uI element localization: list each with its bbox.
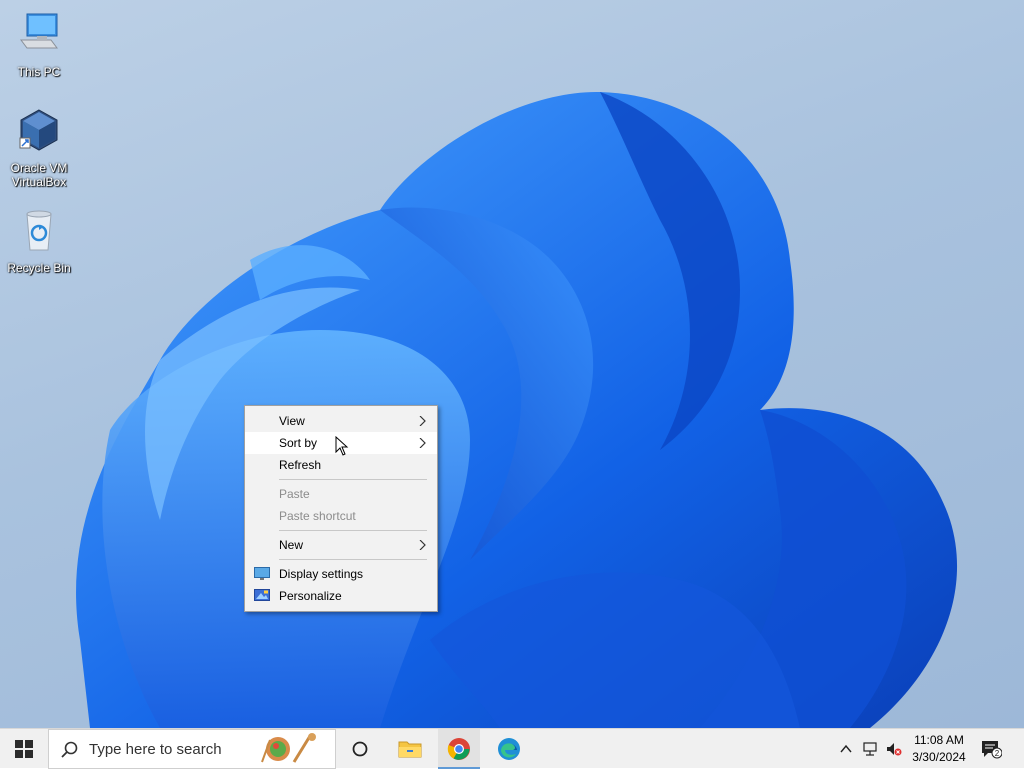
taskbar-file-explorer[interactable] — [386, 729, 434, 769]
menu-separator — [279, 530, 427, 531]
desktop-icon-virtualbox[interactable]: Oracle VM VirtualBox — [4, 106, 74, 189]
menu-separator — [279, 559, 427, 560]
personalize-icon — [254, 589, 270, 601]
clock-time: 11:08 AM — [914, 733, 964, 747]
computer-icon — [20, 13, 58, 49]
search-highlight-art-icon — [261, 733, 316, 763]
taskbar-clock[interactable]: 11:08 AM 3/30/2024 — [906, 732, 972, 766]
file-explorer-icon — [398, 741, 422, 758]
menu-item-personalize[interactable]: Personalize — [245, 585, 437, 607]
task-view-icon — [352, 741, 368, 757]
chevron-up-icon[interactable] — [838, 741, 854, 757]
menu-item-label: New — [279, 538, 304, 552]
wallpaper-bloom — [76, 91, 958, 728]
desktop-icon-label: This PC — [17, 65, 61, 79]
menu-item-display-settings[interactable]: Display settings — [245, 563, 437, 585]
chrome-icon — [447, 738, 470, 760]
menu-item-label: View — [279, 414, 305, 428]
notification-count: 2 — [995, 749, 1000, 758]
start-button[interactable] — [0, 729, 48, 769]
volume-muted-icon[interactable] — [886, 741, 902, 757]
menu-item-paste: Paste — [245, 483, 437, 505]
desktop[interactable]: This PC Oracle VM VirtualBox Recycle Bin… — [0, 0, 1024, 728]
menu-item-new[interactable]: New — [245, 534, 437, 556]
edge-icon — [498, 738, 520, 760]
desktop-icon-recycle-bin[interactable]: Recycle Bin — [4, 206, 74, 275]
clock-date: 3/30/2024 — [912, 750, 966, 764]
desktop-icon-this-pc[interactable]: This PC — [4, 10, 74, 79]
mouse-cursor-icon — [335, 436, 349, 456]
recycle-bin-icon — [26, 210, 52, 251]
taskbar: Type here to search 11:08 AM 3/30/2024 2 — [0, 728, 1024, 769]
menu-item-label: Personalize — [279, 589, 342, 603]
search-icon — [61, 741, 78, 758]
menu-item-label: Display settings — [279, 567, 364, 581]
menu-item-view[interactable]: View — [245, 410, 437, 432]
menu-item-label: Paste shortcut — [279, 509, 356, 523]
task-view-button[interactable] — [336, 729, 384, 769]
search-placeholder: Type here to search — [89, 741, 222, 758]
menu-item-label: Refresh — [279, 458, 322, 472]
desktop-icon-label: Recycle Bin — [7, 261, 71, 275]
menu-item-label: Sort by — [279, 436, 318, 450]
menu-item-label: Paste — [279, 487, 310, 501]
chevron-right-icon — [419, 438, 426, 448]
menu-item-refresh[interactable]: Refresh — [245, 454, 437, 476]
display-icon — [254, 567, 270, 580]
menu-item-paste-shortcut: Paste shortcut — [245, 505, 437, 527]
network-icon[interactable] — [862, 741, 878, 757]
windows-logo-icon — [15, 740, 33, 758]
virtualbox-icon — [19, 109, 58, 151]
taskbar-edge[interactable] — [485, 729, 533, 769]
chevron-right-icon — [419, 540, 426, 550]
taskbar-chrome[interactable] — [435, 729, 483, 769]
menu-separator — [279, 479, 427, 480]
chevron-right-icon — [419, 416, 426, 426]
desktop-icon-label: Oracle VM VirtualBox — [10, 161, 68, 189]
notification-center-icon[interactable]: 2 — [980, 739, 1002, 759]
